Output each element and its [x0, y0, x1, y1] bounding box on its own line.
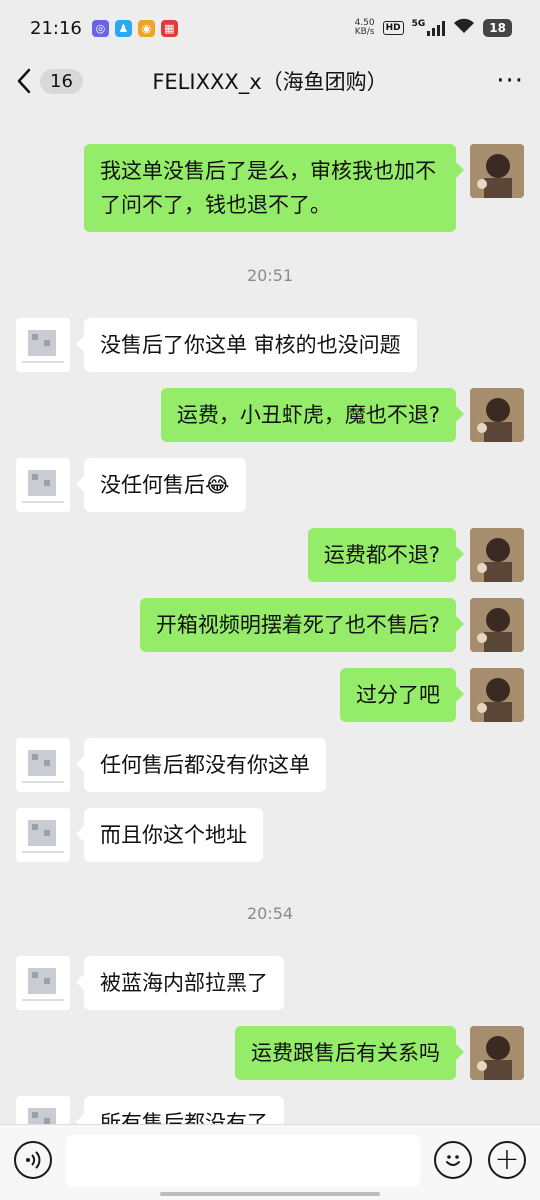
smiley-icon — [446, 1155, 460, 1166]
qq-icon: ♟ — [114, 19, 132, 37]
contact-avatar[interactable] — [16, 318, 70, 372]
message-text: 没任何售后 — [100, 473, 205, 497]
status-bar: 21:16 ◎ ♟ ◉ ▦ 4.50 KB/s HD 5G 18 — [0, 0, 540, 56]
contact-avatar[interactable] — [16, 1096, 70, 1124]
input-bar: + — [0, 1124, 540, 1200]
plus-icon: + — [494, 1142, 520, 1177]
more-functions-button[interactable]: + — [488, 1141, 526, 1179]
contact-avatar[interactable] — [16, 956, 70, 1010]
app-icon: ▦ — [160, 19, 178, 37]
timestamp: 20:54 — [246, 904, 294, 923]
wifi-icon — [453, 18, 475, 39]
back-button[interactable]: 16 — [16, 67, 83, 95]
my-avatar[interactable] — [470, 528, 524, 582]
my-avatar[interactable] — [470, 388, 524, 442]
chevron-left-icon — [17, 68, 31, 94]
timestamp: 20:51 — [246, 266, 294, 285]
message-bubble-outgoing[interactable]: 运费都不退? — [307, 528, 465, 582]
soul-icon: ◎ — [91, 19, 109, 37]
message-input[interactable] — [66, 1135, 420, 1187]
contact-avatar[interactable] — [16, 808, 70, 862]
message-bubble-incoming[interactable]: 没售后了你这单 审核的也没问题 — [76, 318, 417, 372]
message-bubble-outgoing[interactable]: 我这单没售后了是么，审核我也加不了问不了，钱也退不了。 — [84, 144, 464, 232]
net-speed: 4.50 KB/s — [354, 18, 375, 37]
message-bubble-outgoing[interactable]: 运费跟售后有关系吗 — [235, 1026, 464, 1080]
voice-input-button[interactable] — [14, 1141, 52, 1179]
my-avatar[interactable] — [470, 598, 524, 652]
signal-icon: 5G — [412, 20, 446, 36]
message-bubble-incoming[interactable]: 而且你这个地址 — [76, 808, 263, 862]
home-indicator — [160, 1192, 380, 1196]
battery-icon: 18 — [483, 19, 512, 37]
chat-header: 16 FELIXXX_x（海鱼团购） ··· — [0, 56, 540, 106]
message-bubble-incoming[interactable]: 没任何售后😂 — [76, 458, 246, 512]
status-time: 21:16 — [30, 17, 82, 39]
contact-avatar[interactable] — [16, 738, 70, 792]
my-avatar[interactable] — [470, 668, 524, 722]
more-options-button[interactable]: ··· — [496, 68, 524, 94]
message-bubble-incoming[interactable]: 所有售后都没有了 — [76, 1096, 284, 1124]
emoji-button[interactable] — [434, 1141, 472, 1179]
message-bubble-outgoing[interactable]: 过分了吧 — [340, 668, 464, 722]
message-bubble-outgoing[interactable]: 运费，小丑虾虎，魔也不退? — [160, 388, 465, 442]
message-bubble-incoming[interactable]: 任何售后都没有你这单 — [76, 738, 326, 792]
message-bubble-outgoing[interactable]: 开箱视频明摆着死了也不售后? — [139, 598, 465, 652]
contact-avatar[interactable] — [16, 458, 70, 512]
status-right: 4.50 KB/s HD 5G 18 — [355, 18, 512, 39]
my-avatar[interactable] — [470, 144, 524, 198]
weibo-icon: ◉ — [137, 19, 155, 37]
laughing-emoji-icon: 😂 — [205, 473, 230, 497]
message-bubble-incoming[interactable]: 被蓝海内部拉黑了 — [76, 956, 284, 1010]
unread-count-badge: 16 — [40, 68, 83, 94]
network-type: 5G — [411, 19, 426, 29]
voice-icon — [26, 1151, 41, 1169]
hd-badge: HD — [382, 21, 404, 35]
message-list[interactable]: 我这单没售后了是么，审核我也加不了问不了，钱也退不了。 20:51 没售后了你这… — [0, 106, 540, 1124]
notification-icons: ◎ ♟ ◉ ▦ — [91, 19, 178, 37]
my-avatar[interactable] — [470, 1026, 524, 1080]
